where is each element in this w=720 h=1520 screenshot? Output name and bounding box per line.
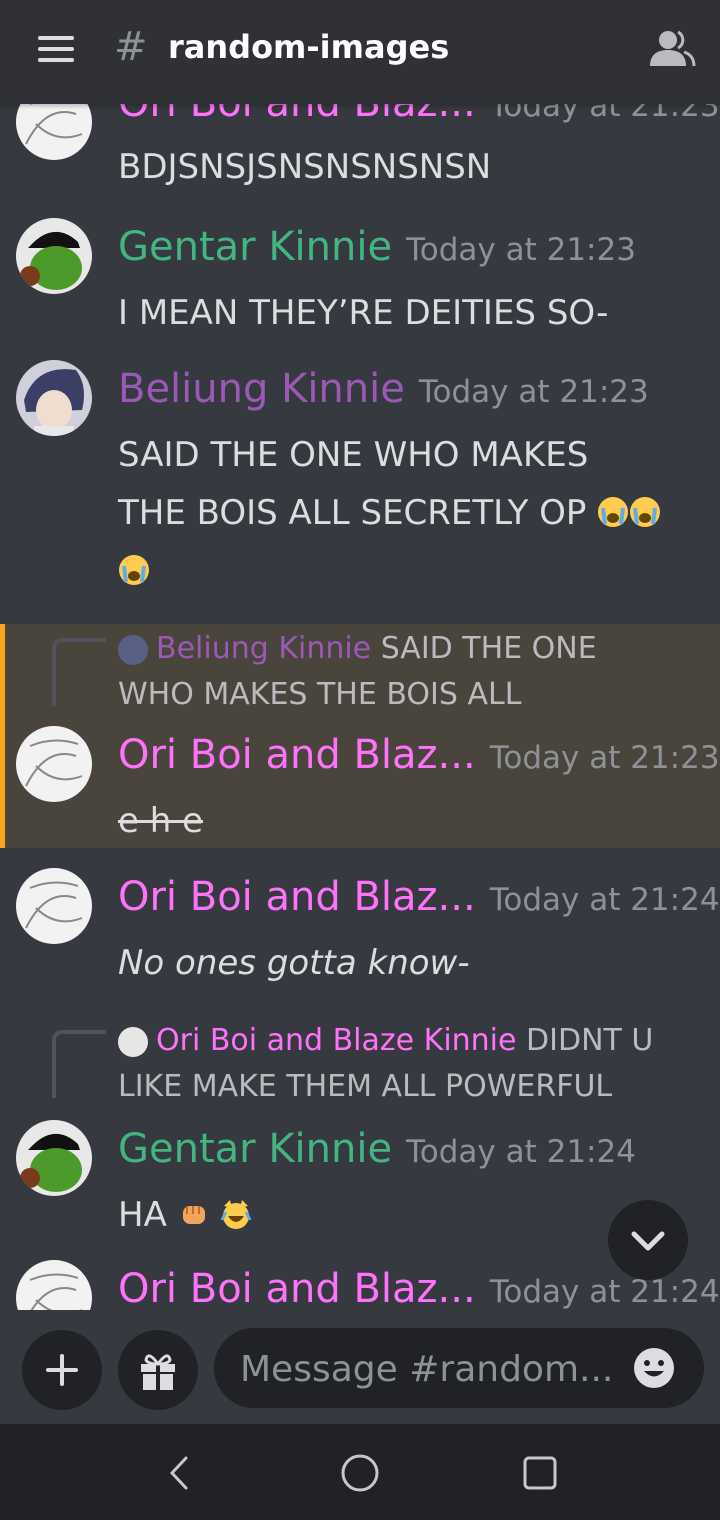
mention-bar <box>0 624 5 848</box>
message-list[interactable]: Ori Boi and Blaz... Today at 21:23 BDJSNS… <box>0 104 720 1310</box>
author-name[interactable]: Ori Boi and Blaz... <box>118 732 476 778</box>
channel-header: # random-images <box>0 0 720 104</box>
crying-emoji-icon <box>598 497 629 527</box>
message-input-container <box>214 1328 704 1408</box>
author-name[interactable]: Ori Boi and Blaz... <box>118 874 476 920</box>
message-text: I MEAN THEY’RE DEITIES SO- <box>118 293 609 333</box>
back-icon[interactable] <box>154 1448 204 1498</box>
emoji-icon[interactable] <box>632 1346 676 1390</box>
timestamp: Today at 21:23 <box>489 104 720 124</box>
plus-icon <box>46 1354 78 1386</box>
avatar[interactable] <box>16 1260 92 1310</box>
hash-icon: # <box>114 24 148 70</box>
avatar[interactable] <box>16 1120 92 1196</box>
avatar[interactable] <box>16 104 92 160</box>
reply-text: SAID THE ONE <box>380 631 597 666</box>
message-input[interactable] <box>238 1344 622 1394</box>
message-text-line: SAID THE ONE WHO MAKES <box>118 435 589 475</box>
author-line: Gentar Kinnie Today at 21:24 <box>118 1126 636 1172</box>
crying-emoji-icon <box>119 555 149 585</box>
author-line: Gentar Kinnie Today at 21:23 <box>118 224 636 270</box>
author-line: Ori Boi and Blaz... Today at 21:23 <box>118 732 720 778</box>
avatar[interactable] <box>16 218 92 294</box>
recents-icon[interactable] <box>515 1448 565 1498</box>
timestamp: Today at 21:24 <box>406 1134 636 1170</box>
hamburger-icon[interactable] <box>38 36 74 62</box>
fist-emoji-icon <box>182 1206 205 1224</box>
avatar[interactable] <box>16 726 92 802</box>
reply-preview[interactable]: Beliung Kinnie SAID THE ONE WHO MAKES TH… <box>118 626 678 718</box>
reply-preview-line: Beliung Kinnie SAID THE ONE <box>118 626 678 672</box>
message-text: No ones gotta know- <box>118 943 470 983</box>
reply-preview-line: LIKE MAKE THEM ALL POWERFUL <box>118 1069 613 1104</box>
reply-preview-line: Ori Boi and Blaze Kinnie DIDNT U <box>118 1018 678 1064</box>
timestamp: Today at 21:23 <box>489 740 720 776</box>
author-line: Beliung Kinnie Today at 21:23 <box>118 366 649 412</box>
message-text-fragment: THE BOIS ALL SECRETLY OP <box>118 493 587 533</box>
author-name[interactable]: Beliung Kinnie <box>118 366 405 412</box>
reply-preview-line: WHO MAKES THE BOIS ALL <box>118 677 522 712</box>
gift-button[interactable] <box>118 1330 198 1410</box>
home-icon[interactable] <box>335 1448 385 1498</box>
message-text-line: THE BOIS ALL SECRETLY OP <box>118 484 708 542</box>
message-composer <box>0 1310 720 1424</box>
members-icon[interactable] <box>648 28 696 68</box>
author-name[interactable]: Gentar Kinnie <box>118 1126 392 1172</box>
timestamp: Today at 21:23 <box>418 374 649 410</box>
reply-avatar <box>118 634 148 665</box>
system-navigation-bar <box>0 1424 720 1520</box>
message-text-line <box>118 542 708 600</box>
message-text: BDJSNSJSNSNSNSNSN <box>118 147 492 187</box>
reply-text: DIDNT U <box>526 1023 654 1058</box>
author-name[interactable]: Gentar Kinnie <box>118 224 392 270</box>
timestamp: Today at 21:24 <box>489 882 720 918</box>
reply-author: Ori Boi and Blaze Kinnie <box>156 1023 517 1058</box>
message-text: e h e <box>118 801 203 841</box>
gift-icon <box>141 1354 175 1390</box>
author-name[interactable]: Ori Boi and Blaz... <box>118 104 476 126</box>
reply-preview[interactable]: Ori Boi and Blaze Kinnie DIDNT U LIKE MA… <box>118 1018 678 1110</box>
author-line: Ori Boi and Blaz... Today at 21:23 <box>118 104 720 126</box>
attach-button[interactable] <box>22 1330 102 1410</box>
message-text-fragment: HA <box>118 1195 167 1235</box>
reply-avatar <box>118 1026 148 1057</box>
avatar[interactable] <box>16 868 92 944</box>
avatar[interactable] <box>16 360 92 436</box>
laughing-cat-emoji-icon <box>221 1200 252 1229</box>
reply-connector <box>52 638 106 706</box>
message-text: SAID THE ONE WHO MAKES THE BOIS ALL SECR… <box>118 426 708 600</box>
chevron-down-icon <box>631 1231 665 1251</box>
timestamp: Today at 21:23 <box>406 232 636 268</box>
reply-author: Beliung Kinnie <box>156 631 372 666</box>
author-line: Ori Boi and Blaz... Today at 21:24 <box>118 874 720 920</box>
reply-connector <box>52 1030 106 1098</box>
crying-emoji-icon <box>630 497 661 527</box>
author-name[interactable]: Ori Boi and Blaz... <box>118 1266 476 1310</box>
channel-name: random-images <box>168 28 450 66</box>
jump-to-bottom-button[interactable] <box>608 1200 688 1280</box>
